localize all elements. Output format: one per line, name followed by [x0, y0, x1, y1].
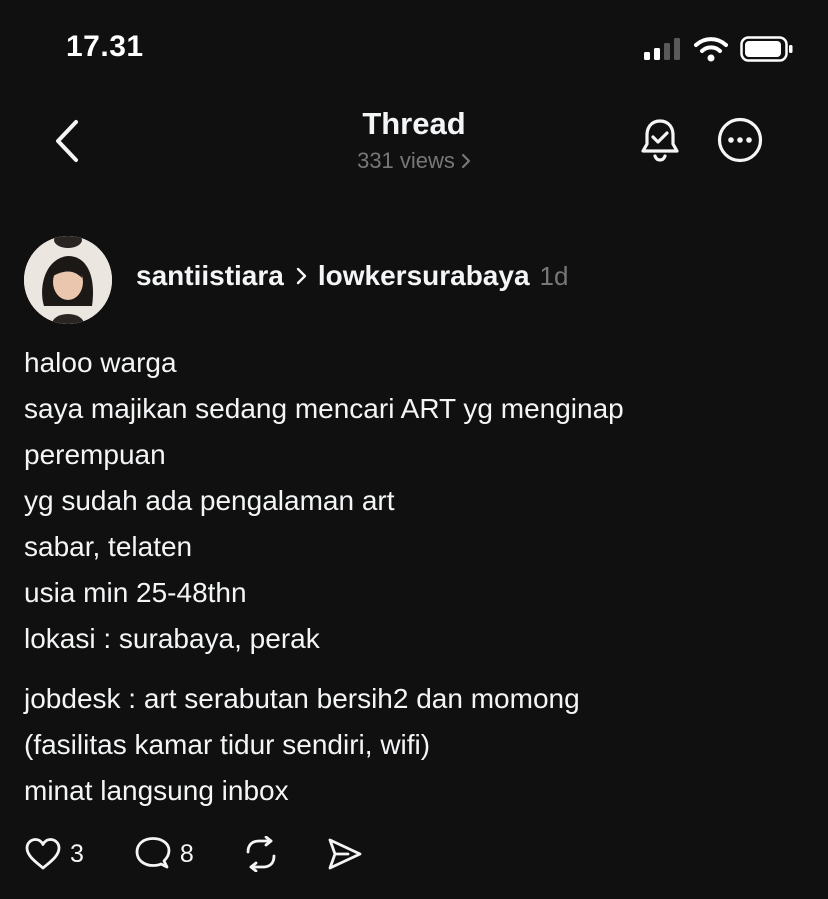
post-timestamp: 1d [539, 260, 569, 291]
post-actions: 3 8 [24, 832, 364, 876]
post-text-line: minat langsung inbox [24, 775, 289, 806]
like-button[interactable]: 3 [24, 837, 84, 871]
share-icon [328, 838, 362, 870]
status-time: 17.31 [66, 30, 144, 63]
page-title: Thread [362, 106, 466, 141]
post-text-line: lokasi : surabaya, perak [24, 623, 320, 654]
post-text-line: haloo warga [24, 347, 177, 378]
post-text-line: yg sudah ada pengalaman art [24, 485, 395, 516]
notifications-button[interactable] [634, 114, 686, 166]
share-button[interactable] [326, 837, 364, 871]
status-icons [644, 36, 794, 62]
reply-count: 8 [179, 839, 194, 868]
avatar[interactable] [24, 236, 112, 324]
reply-button[interactable]: 8 [134, 836, 194, 872]
post-header: santiistiara lowkersurabaya 1d [24, 236, 804, 324]
status-bar: 17.31 [0, 0, 828, 100]
post-text-line: (fasilitas kamar tidur sendiri, wifi) [24, 729, 431, 760]
post-body: haloo warga saya majikan sedang mencari … [24, 340, 804, 814]
profile-photo-icon [24, 236, 112, 324]
post-paragraph: jobdesk : art serabutan bersih2 dan momo… [24, 676, 804, 814]
cellular-signal-icon [644, 38, 680, 60]
post-text-line: perempuan [24, 439, 166, 470]
bell-check-icon [641, 119, 679, 162]
like-count: 3 [70, 839, 84, 868]
community-name[interactable]: lowkersurabaya [318, 260, 530, 292]
post-text-line: usia min 25-48thn [24, 577, 247, 608]
author-username[interactable]: santiistiara [136, 260, 284, 292]
post-text-line: jobdesk : art serabutan bersih2 dan momo… [24, 683, 580, 714]
wifi-icon [694, 37, 728, 62]
views-link[interactable]: 331 views [0, 148, 828, 174]
post-text-line: saya majikan sedang mencari ART yg mengi… [24, 393, 624, 424]
more-options-button[interactable] [714, 114, 766, 166]
repost-icon [246, 836, 276, 872]
views-count: 331 views [357, 148, 455, 173]
heart-icon [25, 838, 61, 870]
post-text-line: sabar, telaten [24, 531, 193, 562]
battery-icon [740, 36, 793, 62]
post-paragraph: haloo warga saya majikan sedang mencari … [24, 340, 804, 662]
author-line: santiistiara lowkersurabaya 1d [136, 260, 568, 292]
chevron-right-icon [296, 266, 308, 286]
nav-bar: Thread 331 views [0, 100, 828, 190]
more-circle-icon [717, 117, 763, 163]
reply-icon [135, 837, 171, 869]
chevron-right-icon [461, 148, 471, 173]
repost-button[interactable] [242, 836, 280, 872]
